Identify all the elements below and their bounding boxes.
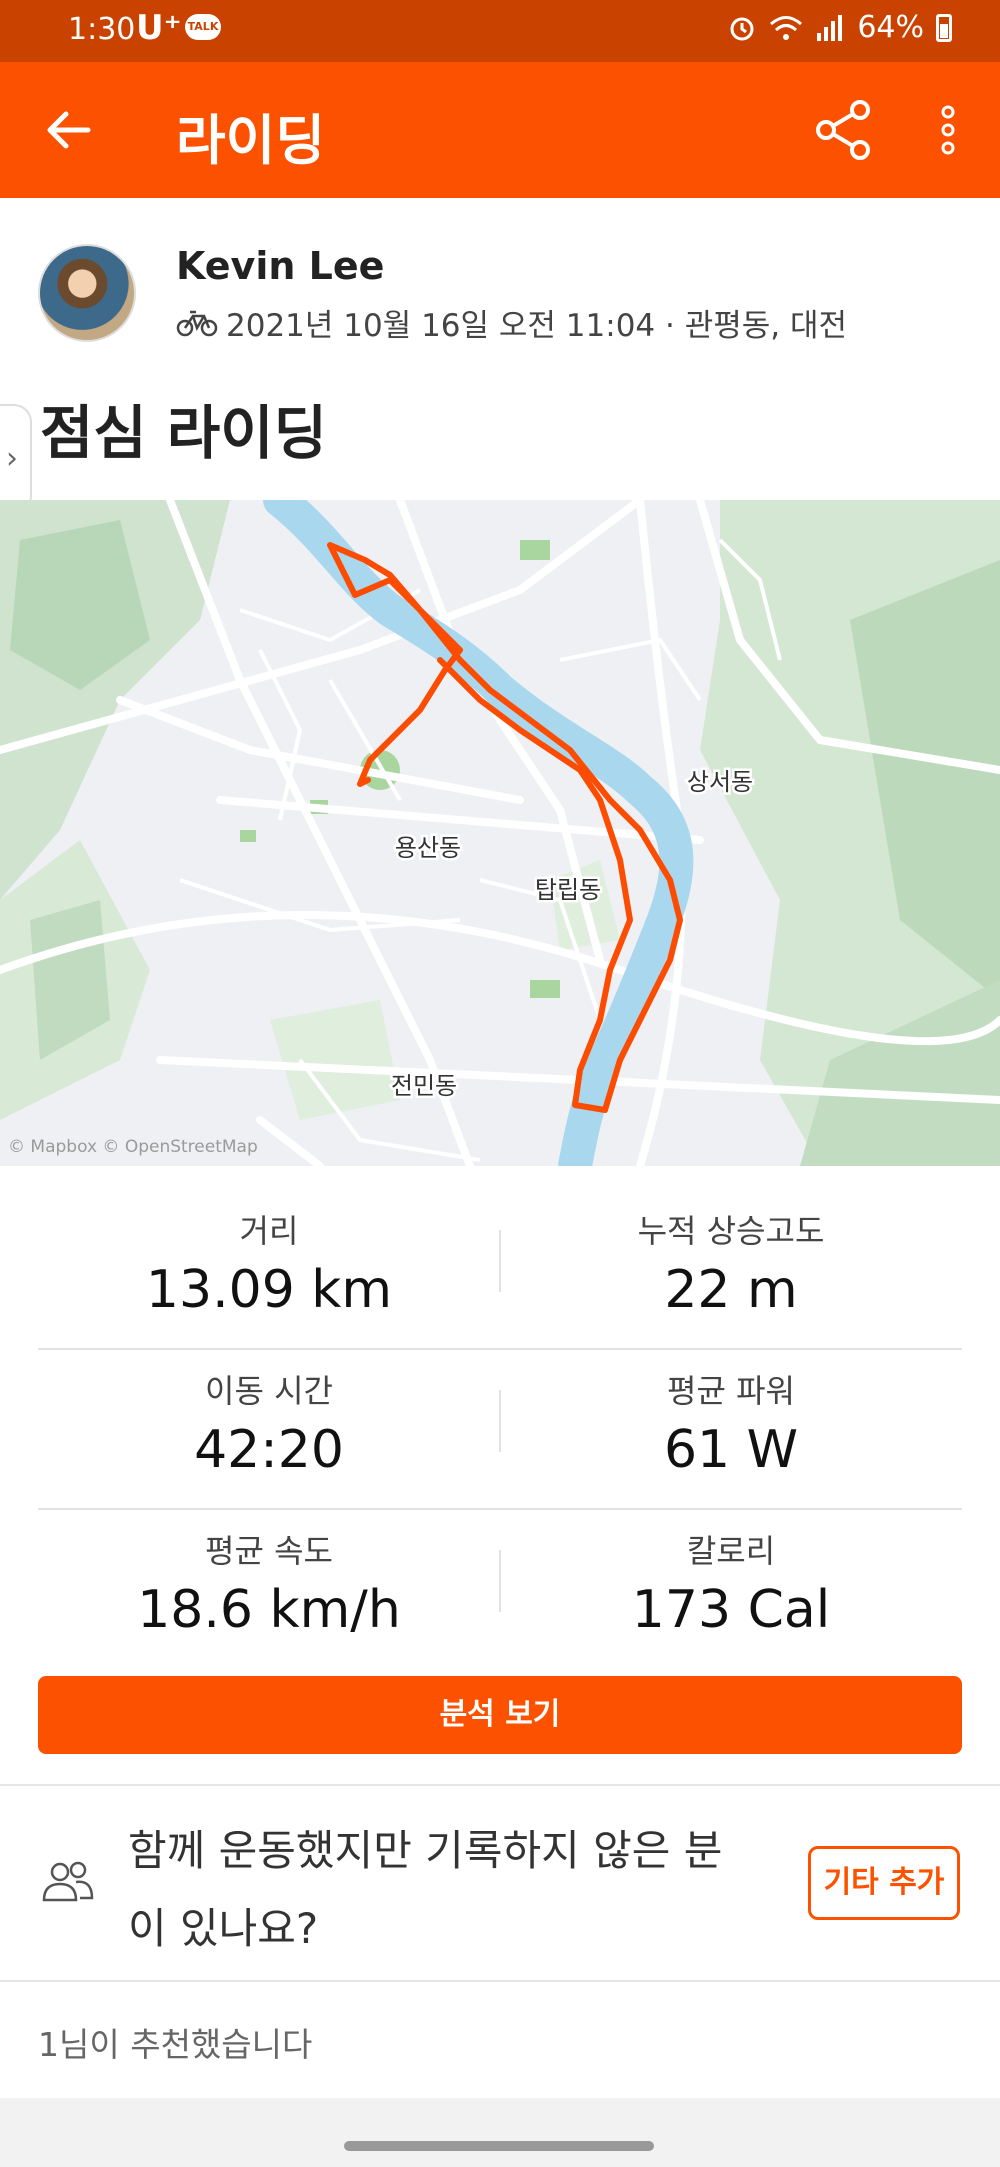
share-icon[interactable] (812, 98, 876, 162)
stat-value: 173 Cal (631, 1580, 831, 1640)
athlete-name[interactable]: Kevin Lee (176, 244, 384, 288)
route-map[interactable]: 상서동 용산동 탑립동 전민동 (0, 500, 1000, 1166)
view-analysis-button[interactable]: 분석 보기 (38, 1676, 962, 1754)
divider (0, 1980, 1000, 1982)
stat-avg-speed: 평균 속도 18.6 km/h (38, 1510, 500, 1640)
kakaotalk-icon: TALK (185, 14, 221, 40)
add-other-button[interactable]: 기타 추가 (808, 1846, 960, 1920)
status-time: 1:30 (68, 12, 136, 47)
stat-calories: 칼로리 173 Cal (500, 1510, 962, 1640)
signal-icon (817, 14, 843, 41)
stat-value: 18.6 km/h (137, 1580, 401, 1640)
stat-label: 이동 시간 (205, 1372, 333, 1410)
stat-value: 42:20 (194, 1420, 344, 1480)
stat-label: 평균 파워 (667, 1372, 795, 1410)
status-icons: 64% (727, 10, 952, 45)
stat-label: 거리 (239, 1212, 299, 1250)
map-label-yongsan: 용산동 (395, 834, 461, 862)
map-label-tamnip: 탑립동 (535, 876, 601, 904)
page-title: 라이딩 (176, 109, 326, 172)
stats-row: 이동 시간 42:20 평균 파워 61 W (38, 1350, 962, 1510)
stat-value: 61 W (663, 1420, 799, 1480)
map-label-jeonmin: 전민동 (391, 1072, 457, 1100)
stat-label: 평균 속도 (205, 1532, 333, 1570)
back-arrow-icon[interactable] (40, 102, 96, 158)
side-drawer-handle[interactable]: › (0, 404, 32, 514)
stat-elevation: 누적 상승고도 22 m (500, 1190, 962, 1320)
kudos-text[interactable]: 1님이 추천했습니다 (38, 2018, 312, 2066)
battery-percent: 64% (857, 10, 924, 45)
home-indicator[interactable] (344, 2141, 654, 2151)
app-bar: 라이딩 (0, 62, 1000, 198)
stat-label: 누적 상승고도 (637, 1212, 825, 1250)
stat-label: 칼로리 (686, 1532, 776, 1570)
carrier-logo: U⁺ (136, 8, 182, 48)
activity-meta: 2021년 10월 16일 오전 11:04 · 관평동, 대전 (176, 300, 847, 345)
divider (0, 1784, 1000, 1786)
wifi-icon (770, 15, 803, 40)
more-vertical-icon[interactable] (930, 98, 966, 162)
activity-datetime-location: 2021년 10월 16일 오전 11:04 · 관평동, 대전 (226, 308, 848, 344)
status-bar: 1:30 U⁺ TALK 64% (0, 0, 1000, 62)
map-label-sangseo: 상서동 (687, 768, 753, 796)
battery-icon (936, 13, 952, 42)
bicycle-icon (176, 310, 218, 336)
avatar[interactable] (38, 244, 136, 342)
stats-row: 거리 13.09 km 누적 상승고도 22 m (38, 1190, 962, 1350)
together-prompt: 함께 운동했지만 기록하지 않은 분이 있나요? (128, 1826, 723, 1953)
map-attribution[interactable]: © Mapbox © OpenStreetMap (8, 1137, 258, 1157)
stat-value: 13.09 km (145, 1260, 393, 1320)
stat-distance: 거리 13.09 km (38, 1190, 500, 1320)
stats-grid: 거리 13.09 km 누적 상승고도 22 m 이동 시간 42:20 평균 … (38, 1190, 962, 1670)
chevron-right-icon: › (6, 441, 18, 476)
stat-avg-power: 평균 파워 61 W (500, 1350, 962, 1480)
stats-row: 평균 속도 18.6 km/h 칼로리 173 Cal (38, 1510, 962, 1670)
stat-value: 22 m (664, 1260, 798, 1320)
alarm-icon (730, 17, 754, 40)
stat-moving-time: 이동 시간 42:20 (38, 1350, 500, 1480)
activity-title: 점심 라이딩 (40, 399, 327, 467)
bottom-area (0, 2098, 1000, 2167)
group-icon (42, 1861, 94, 1902)
map-canvas: 상서동 용산동 탑립동 전민동 (0, 500, 1000, 1166)
